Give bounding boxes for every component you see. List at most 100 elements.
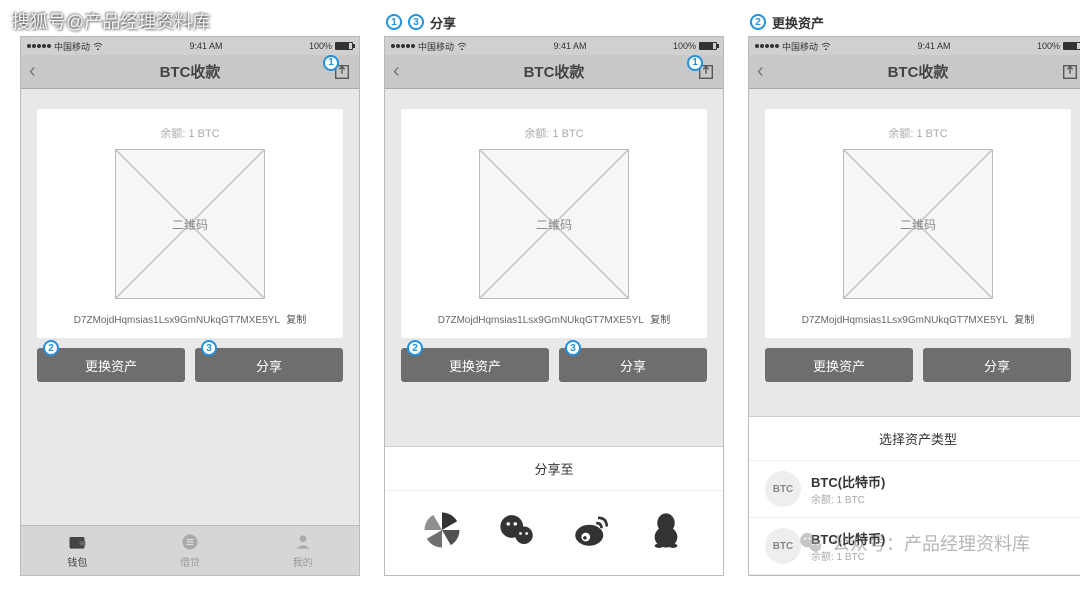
- carrier-label: 中国移动: [418, 40, 454, 53]
- tab-loan[interactable]: 借贷: [134, 526, 247, 575]
- carrier-label: 中国移动: [54, 40, 90, 53]
- receive-card: 余额: 1 BTC 二维码 D7ZMojdHqmsias1Lsx9GmNUkqG…: [37, 109, 343, 338]
- button-row: 2 更换资产 3 分享: [37, 348, 343, 382]
- asset-balance-label: 余额: 1 BTC: [811, 491, 885, 506]
- asset-sheet-title: 选择资产类型: [749, 417, 1080, 461]
- asset-symbol-icon: BTC: [765, 528, 801, 564]
- annotation-row: [20, 12, 360, 32]
- tab-mine[interactable]: 我的: [246, 526, 359, 575]
- receive-card: 余额: 1 BTC 二维码 D7ZMojdHqmsias1Lsx9GmNUkqG…: [765, 109, 1071, 338]
- share-qq-icon[interactable]: [645, 509, 687, 551]
- share-weibo-icon[interactable]: [570, 509, 612, 551]
- wifi-icon: [457, 42, 467, 50]
- signal-dots-icon: [755, 44, 779, 48]
- nav-bar: ‹ BTC收款: [749, 55, 1080, 89]
- phone-frame: 中国移动 9:41 AM 100% ‹ BTC收款 1 余额: 1 BTC 二维…: [384, 36, 724, 576]
- carrier-label: 中国移动: [782, 40, 818, 53]
- qr-placeholder: 二维码: [843, 149, 993, 299]
- tab-wallet[interactable]: 钱包: [21, 526, 134, 575]
- address-row: D7ZMojdHqmsias1Lsx9GmNUkqGT7MXE5YL 复制: [413, 311, 695, 326]
- wireframe-column-3: 2 更换资产 中国移动 9:41 AM 100% ‹ BTC收款 余额: 1: [748, 12, 1080, 578]
- share-sheet: 分享至: [385, 446, 723, 575]
- balance-label: 余额: 1 BTC: [413, 125, 695, 141]
- switch-asset-button[interactable]: 更换资产: [765, 348, 913, 382]
- annotation-badge-2: 2: [750, 14, 766, 30]
- annotation-badge-1: 1: [687, 55, 703, 71]
- status-bar: 中国移动 9:41 AM 100%: [21, 37, 359, 55]
- share-icon: [1061, 63, 1079, 81]
- back-button[interactable]: ‹: [29, 60, 49, 83]
- page-title: BTC收款: [888, 61, 949, 82]
- asset-balance-label: 余额: 1 BTC: [811, 548, 885, 563]
- nav-bar: ‹ BTC收款 1: [21, 55, 359, 89]
- page-title: BTC收款: [524, 61, 585, 82]
- clock-label: 9:41 AM: [917, 41, 950, 51]
- annotation-label: 更换资产: [772, 13, 824, 32]
- share-button[interactable]: 3 分享: [195, 348, 343, 382]
- battery-percent-label: 100%: [1037, 41, 1060, 51]
- button-row: 更换资产 分享: [765, 348, 1071, 382]
- receive-card: 余额: 1 BTC 二维码 D7ZMojdHqmsias1Lsx9GmNUkqG…: [401, 109, 707, 338]
- signal-dots-icon: [27, 44, 51, 48]
- phone-frame: 中国移动 9:41 AM 100% ‹ BTC收款 余额: 1 BTC 二维码 …: [748, 36, 1080, 576]
- clock-label: 9:41 AM: [189, 41, 222, 51]
- back-button[interactable]: ‹: [757, 60, 777, 83]
- asset-row[interactable]: BTC BTC(比特币) 余额: 1 BTC: [749, 461, 1080, 518]
- switch-asset-button[interactable]: 2 更换资产: [37, 348, 185, 382]
- share-nav-button[interactable]: 1: [697, 63, 715, 81]
- share-nav-button[interactable]: [1061, 63, 1079, 81]
- wireframe-column-2: 1 3 分享 中国移动 9:41 AM 100% ‹ BTC收款 1: [384, 12, 724, 578]
- share-wechat-icon[interactable]: [496, 509, 538, 551]
- share-sheet-title: 分享至: [385, 447, 723, 491]
- asset-row[interactable]: BTC BTC(比特币) 余额: 1 BTC: [749, 518, 1080, 575]
- signal-dots-icon: [391, 44, 415, 48]
- wireframe-column-1: 中国移动 9:41 AM 100% ‹ BTC收款 1 余额: 1 BTC 二维…: [20, 12, 360, 578]
- asset-sheet: 选择资产类型 BTC BTC(比特币) 余额: 1 BTC BTC BTC(比特…: [749, 416, 1080, 575]
- share-button[interactable]: 分享: [923, 348, 1071, 382]
- qr-placeholder: 二维码: [479, 149, 629, 299]
- back-button[interactable]: ‹: [393, 60, 413, 83]
- switch-asset-button[interactable]: 2 更换资产: [401, 348, 549, 382]
- address-text: D7ZMojdHqmsias1Lsx9GmNUkqGT7MXE5YL: [802, 315, 1008, 326]
- annotation-badge-1: 1: [386, 14, 402, 30]
- annotation-badge-2: 2: [407, 340, 423, 356]
- copy-button[interactable]: 复制: [286, 315, 306, 326]
- status-bar: 中国移动 9:41 AM 100%: [749, 37, 1080, 55]
- phone-frame: 中国移动 9:41 AM 100% ‹ BTC收款 1 余额: 1 BTC 二维…: [20, 36, 360, 576]
- annotation-badge-1: 1: [323, 55, 339, 71]
- share-nav-button[interactable]: 1: [333, 63, 351, 81]
- battery-icon: [335, 42, 353, 50]
- wallet-icon: [67, 532, 87, 552]
- profile-icon: [293, 532, 313, 552]
- battery-percent-label: 100%: [673, 41, 696, 51]
- address-row: D7ZMojdHqmsias1Lsx9GmNUkqGT7MXE5YL 复制: [777, 311, 1059, 326]
- share-button[interactable]: 3 分享: [559, 348, 707, 382]
- share-icon-row: [385, 491, 723, 575]
- annotation-row: 1 3 分享: [384, 12, 724, 32]
- wifi-icon: [93, 42, 103, 50]
- asset-symbol-icon: BTC: [765, 471, 801, 507]
- annotation-badge-3: 3: [565, 340, 581, 356]
- clock-label: 9:41 AM: [553, 41, 586, 51]
- address-text: D7ZMojdHqmsias1Lsx9GmNUkqGT7MXE5YL: [74, 315, 280, 326]
- page-title: BTC收款: [160, 61, 221, 82]
- button-row: 2 更换资产 3 分享: [401, 348, 707, 382]
- tab-bar: 钱包 借贷 我的: [21, 525, 359, 575]
- qr-placeholder: 二维码: [115, 149, 265, 299]
- asset-name-label: BTC(比特币): [811, 472, 885, 491]
- annotation-badge-3: 3: [408, 14, 424, 30]
- asset-name-label: BTC(比特币): [811, 529, 885, 548]
- copy-button[interactable]: 复制: [650, 315, 670, 326]
- annotation-badge-2: 2: [43, 340, 59, 356]
- balance-label: 余额: 1 BTC: [49, 125, 331, 141]
- battery-percent-label: 100%: [309, 41, 332, 51]
- address-row: D7ZMojdHqmsias1Lsx9GmNUkqGT7MXE5YL 复制: [49, 311, 331, 326]
- share-camera-aperture-icon[interactable]: [421, 509, 463, 551]
- battery-icon: [699, 42, 717, 50]
- copy-button[interactable]: 复制: [1014, 315, 1034, 326]
- loan-icon: [180, 532, 200, 552]
- nav-bar: ‹ BTC收款 1: [385, 55, 723, 89]
- wifi-icon: [821, 42, 831, 50]
- content-area: 余额: 1 BTC 二维码 D7ZMojdHqmsias1Lsx9GmNUkqG…: [21, 89, 359, 525]
- address-text: D7ZMojdHqmsias1Lsx9GmNUkqGT7MXE5YL: [438, 315, 644, 326]
